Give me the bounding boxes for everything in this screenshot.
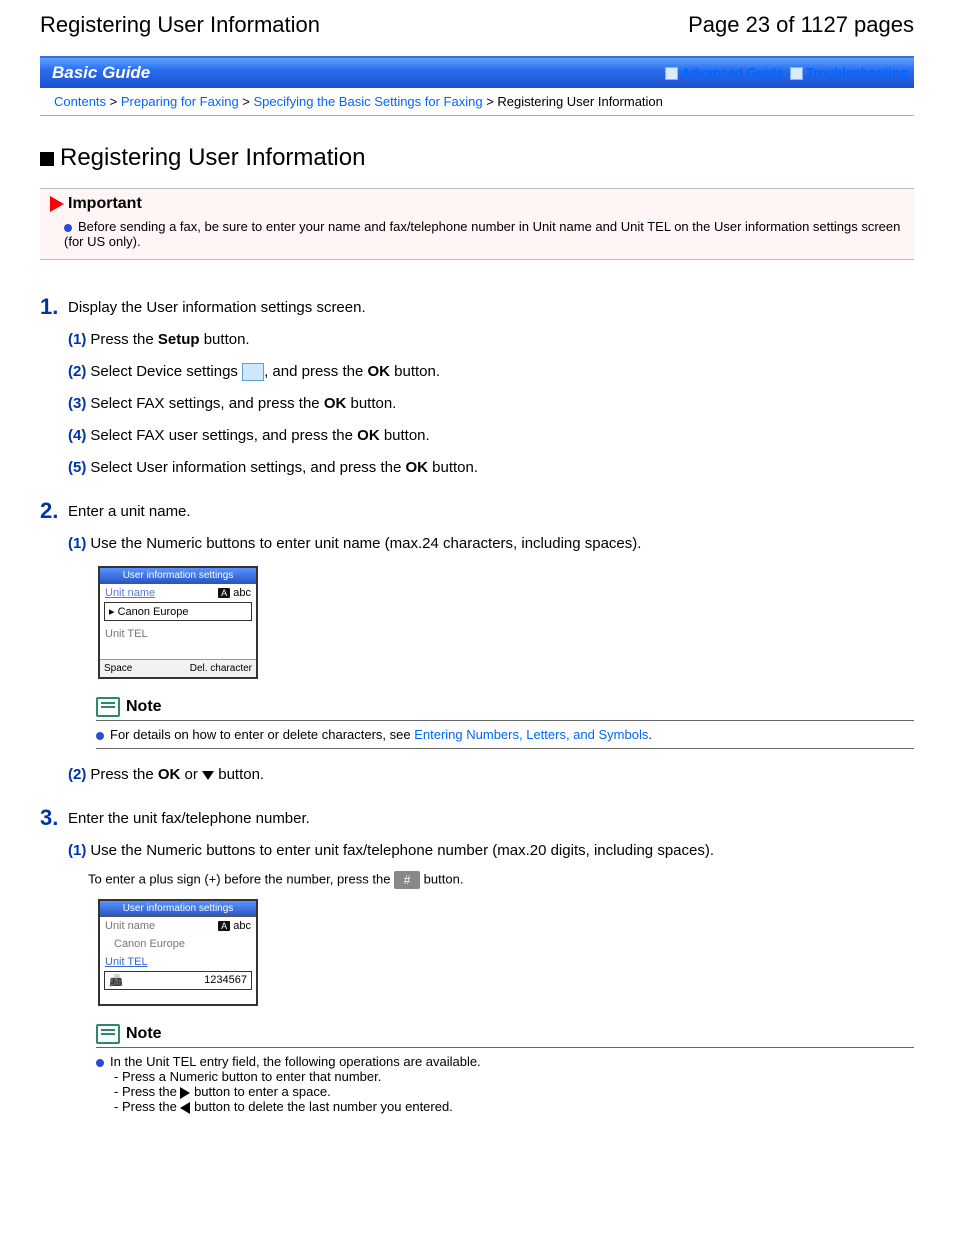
note-label: Note bbox=[126, 1025, 162, 1042]
substep-num: (1) bbox=[68, 535, 86, 552]
crumb-contents[interactable]: Contents bbox=[54, 94, 106, 109]
advanced-guide-link[interactable]: Advanced Guide bbox=[681, 65, 784, 80]
substep-num: (3) bbox=[68, 395, 86, 412]
step-title: Enter a unit name. bbox=[68, 498, 914, 524]
ok-button-label: OK bbox=[368, 363, 391, 380]
important-callout: Important Before sending a fax, be sure … bbox=[40, 188, 914, 260]
crumb-preparing[interactable]: Preparing for Faxing bbox=[121, 94, 239, 109]
lcd-delete-button: Del. character bbox=[190, 663, 252, 674]
bullet-icon bbox=[64, 224, 72, 232]
substep-num: (2) bbox=[68, 363, 86, 380]
step-number: 1. bbox=[40, 294, 68, 320]
left-arrow-icon bbox=[180, 1102, 190, 1114]
crumb-sep: > bbox=[486, 94, 494, 109]
right-arrow-icon bbox=[180, 1087, 190, 1099]
device-settings-icon bbox=[242, 363, 264, 381]
ok-button-label: OK bbox=[324, 395, 347, 412]
crumb-current: Registering User Information bbox=[497, 94, 662, 109]
square-bullet-icon bbox=[40, 152, 54, 166]
note-icon bbox=[96, 1024, 120, 1044]
lcd-title: User information settings bbox=[100, 568, 256, 584]
warning-triangle-icon bbox=[50, 196, 64, 212]
square-icon bbox=[665, 67, 678, 80]
entering-symbols-link[interactable]: Entering Numbers, Letters, and Symbols bbox=[414, 727, 648, 742]
lcd-space-button: Space bbox=[104, 663, 132, 674]
down-arrow-icon bbox=[202, 771, 214, 780]
lcd-unit-tel-value: 1234567 bbox=[204, 974, 247, 987]
breadcrumb: Contents > Preparing for Faxing > Specif… bbox=[40, 88, 914, 116]
note-callout: Note In the Unit TEL entry field, the fo… bbox=[96, 1024, 914, 1120]
lcd-mode-icon: A bbox=[218, 921, 230, 931]
lcd-unit-name-label: Unit name bbox=[105, 920, 155, 932]
note-label: Note bbox=[126, 698, 162, 715]
page-indicator: Page 23 of 1127 pages bbox=[688, 12, 914, 38]
lcd-mode-icon: A bbox=[218, 588, 230, 598]
step-title: Enter the unit fax/telephone number. bbox=[68, 805, 914, 831]
important-label: Important bbox=[68, 195, 142, 212]
lcd-title: User information settings bbox=[100, 901, 256, 917]
banner-label: Basic Guide bbox=[52, 63, 150, 82]
substep-num: (1) bbox=[68, 842, 86, 859]
note-line: - Press a Numeric button to enter that n… bbox=[96, 1069, 914, 1084]
crumb-sep: > bbox=[242, 94, 250, 109]
page-title: Registering User Information bbox=[40, 12, 320, 38]
lcd-unit-tel-label: Unit TEL bbox=[105, 628, 148, 640]
crumb-basic-settings[interactable]: Specifying the Basic Settings for Faxing bbox=[254, 94, 483, 109]
lcd-unit-name-value: Canon Europe bbox=[114, 938, 185, 950]
crumb-sep: > bbox=[110, 94, 118, 109]
substep-num: (5) bbox=[68, 459, 86, 476]
lcd-unit-tel-label: Unit TEL bbox=[105, 956, 148, 968]
ok-button-label: OK bbox=[357, 427, 380, 444]
step-title: Display the User information settings sc… bbox=[68, 294, 914, 320]
lcd-screenshot: User information settings Unit nameA abc… bbox=[98, 566, 258, 679]
step-number: 2. bbox=[40, 498, 68, 524]
substep-num: (4) bbox=[68, 427, 86, 444]
troubleshooting-link[interactable]: Troubleshooting bbox=[806, 65, 908, 80]
substep-num: (2) bbox=[68, 766, 86, 783]
important-text: Before sending a fax, be sure to enter y… bbox=[64, 219, 900, 249]
note-callout: Note For details on how to enter or dele… bbox=[96, 697, 914, 749]
lcd-fax-icon: 📠 bbox=[109, 974, 123, 987]
lcd-unit-name-value: ▸ Canon Europe bbox=[109, 605, 189, 618]
substep-num: (1) bbox=[68, 331, 86, 348]
square-icon bbox=[790, 67, 803, 80]
lcd-unit-name-label: Unit name bbox=[105, 587, 155, 599]
bullet-icon bbox=[96, 732, 104, 740]
ok-button-label: OK bbox=[406, 459, 429, 476]
step-number: 3. bbox=[40, 805, 68, 831]
bullet-icon bbox=[96, 1059, 104, 1067]
ok-button-label: OK bbox=[158, 766, 181, 783]
heading: Registering User Information bbox=[40, 144, 914, 172]
guide-banner: Basic Guide Advanced Guide Troubleshooti… bbox=[40, 56, 914, 88]
lcd-screenshot: User information settings Unit nameA abc… bbox=[98, 899, 258, 1006]
note-icon bbox=[96, 697, 120, 717]
hash-button-icon: # bbox=[394, 871, 420, 889]
